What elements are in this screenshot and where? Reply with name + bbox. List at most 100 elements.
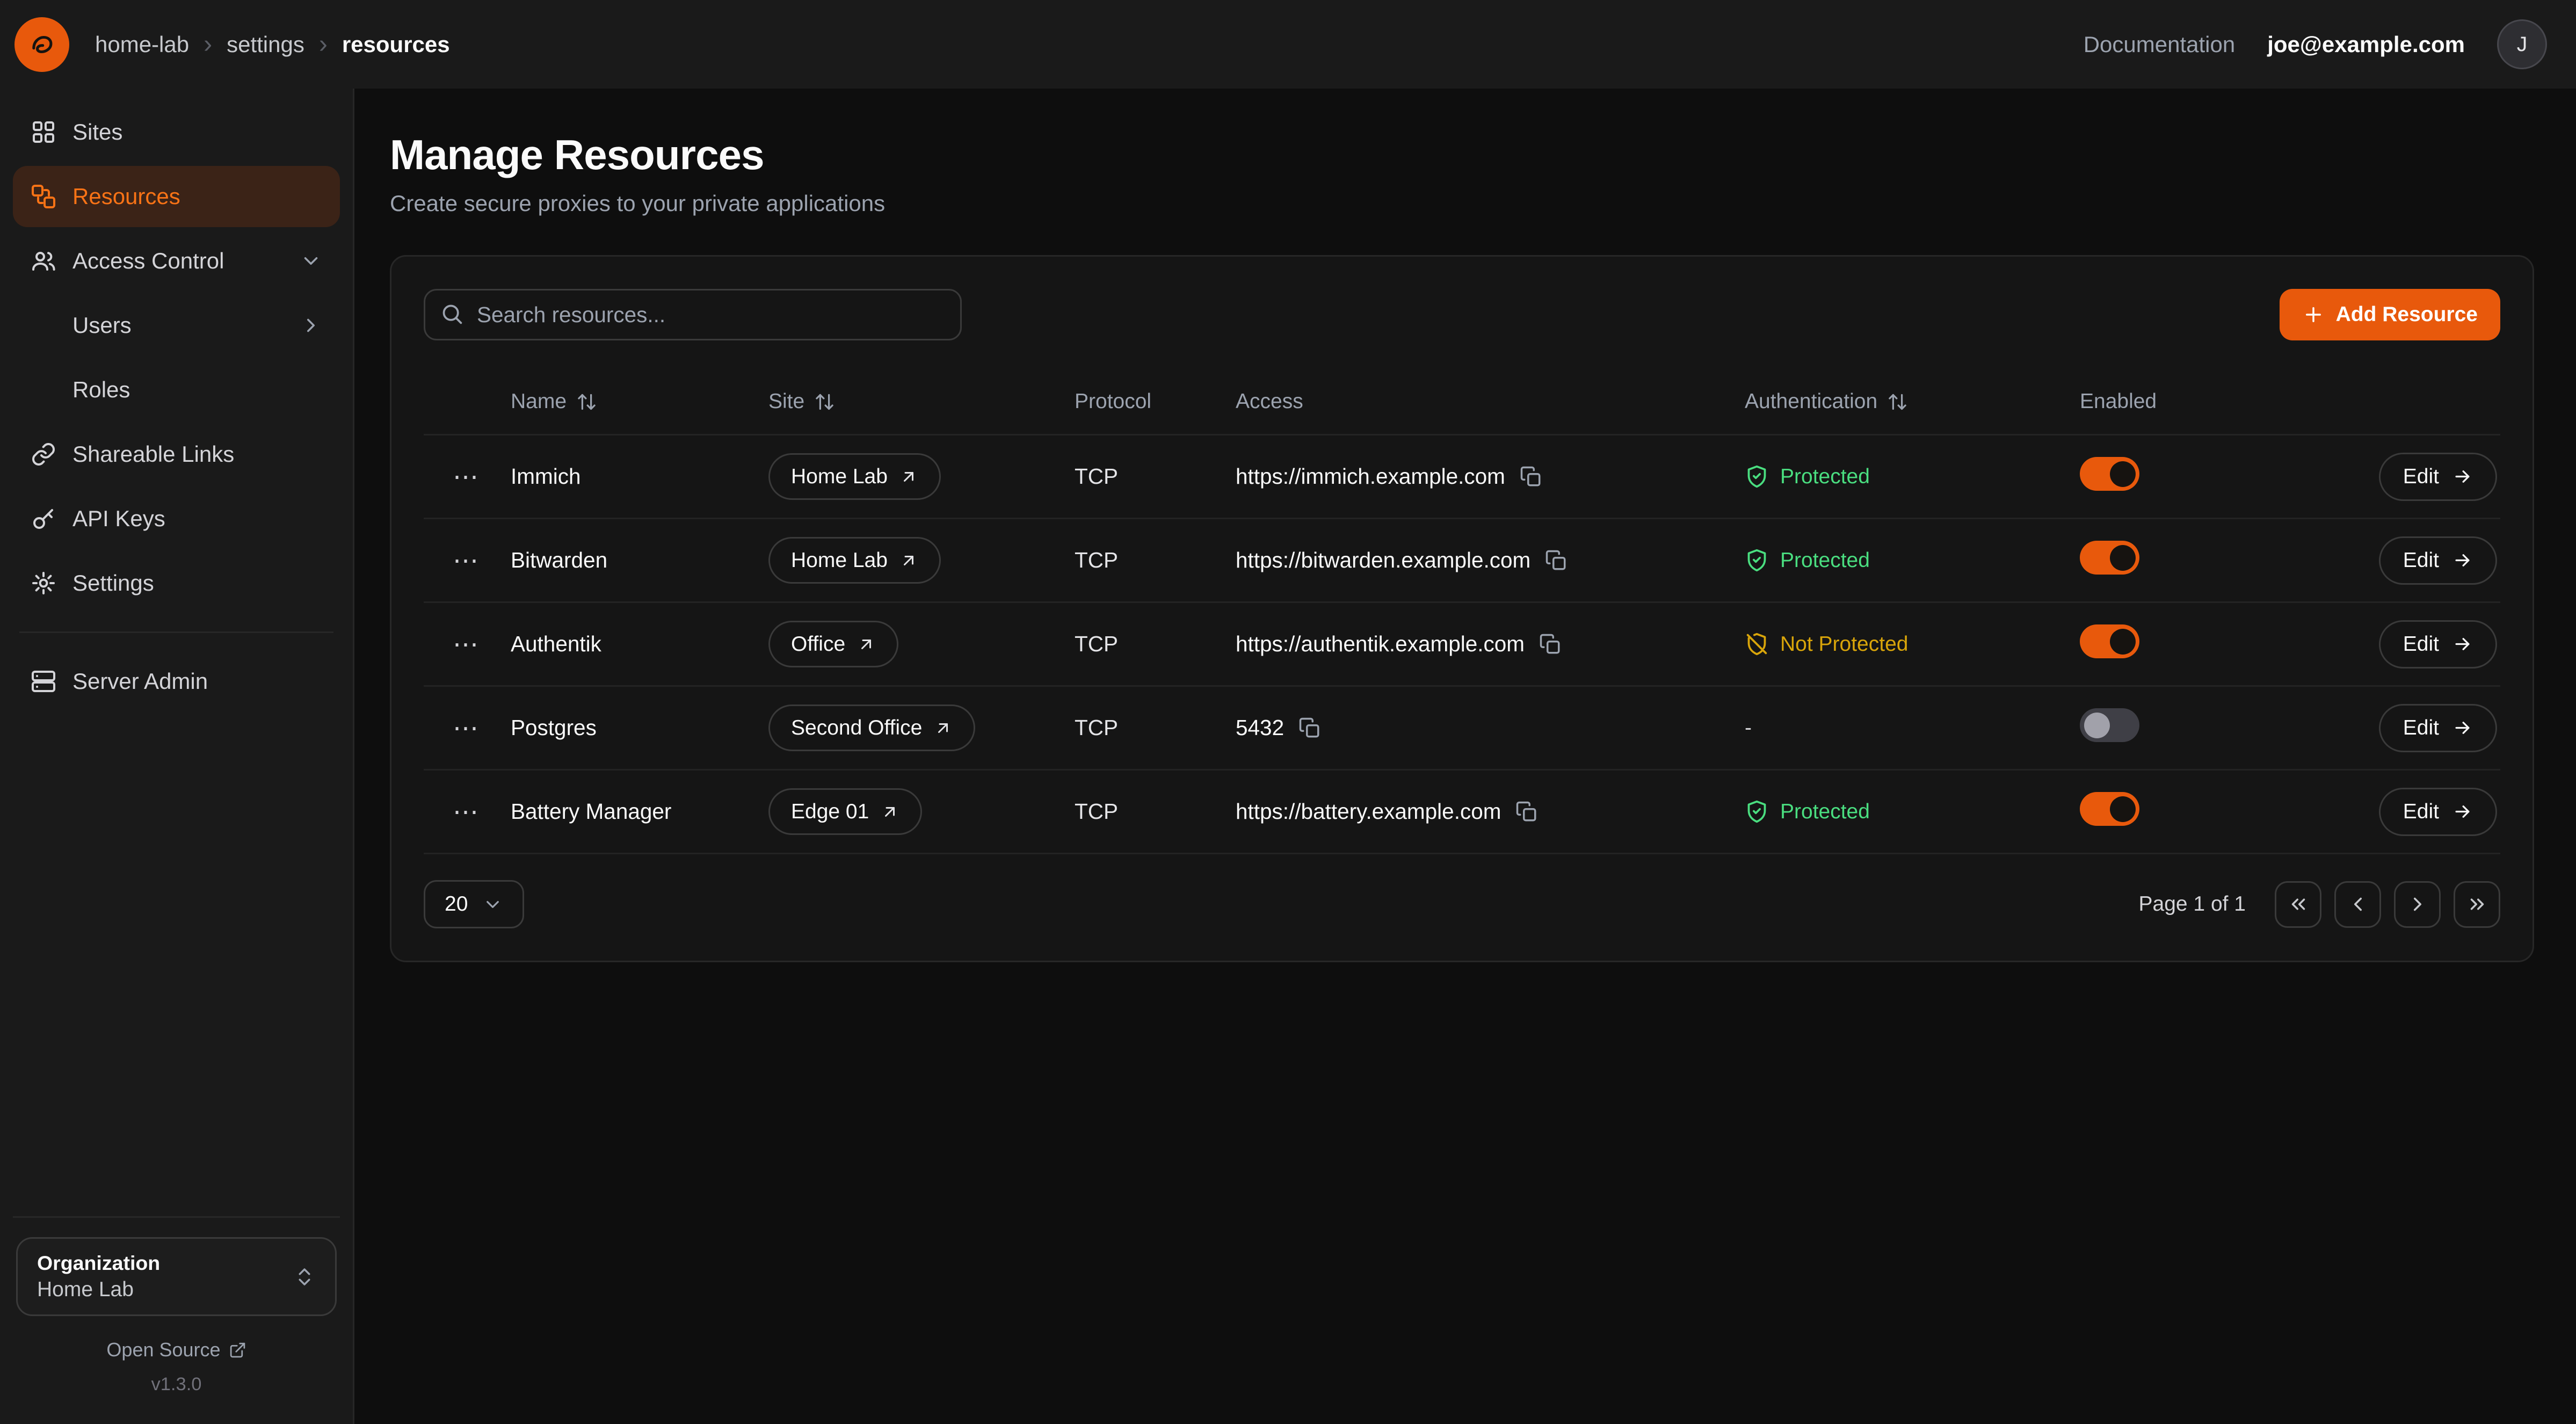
page-size-select[interactable]: 20 [424,880,524,928]
avatar-initial: J [2517,33,2528,56]
breadcrumb-settings[interactable]: settings [227,32,304,57]
server-icon [31,669,56,694]
edit-button[interactable]: Edit [2379,704,2497,752]
next-page-button[interactable] [2394,881,2441,928]
copy-button[interactable] [1515,801,1538,823]
search-input[interactable] [424,289,962,340]
edit-button[interactable]: Edit [2379,620,2497,669]
external-link-icon [229,1341,246,1359]
sidebar-item-shareable-links[interactable]: Shareable Links [13,424,340,485]
chevrons-up-down-icon [293,1266,316,1288]
sort-icon[interactable] [1887,391,1908,412]
copy-button[interactable] [1298,717,1321,739]
edit-button[interactable]: Edit [2379,788,2497,836]
sidebar-item-label: Roles [72,377,322,403]
pangolin-logo-icon [27,30,56,59]
auth-status: Protected [1745,464,2080,489]
row-menu-button[interactable]: ⋯ [424,546,511,576]
col-header-authentication[interactable]: Authentication [1745,390,2080,413]
enabled-toggle[interactable] [2080,624,2139,658]
sidebar-item-resources[interactable]: Resources [13,166,340,227]
arrow-right-icon [2452,801,2473,822]
enabled-toggle[interactable] [2080,792,2139,826]
chevrons-left-icon [2287,893,2310,916]
row-menu-button[interactable]: ⋯ [424,713,511,743]
col-header-label: Authentication [1745,390,1877,413]
col-header-protocol: Protocol [1075,390,1236,413]
chevron-right-icon [2406,893,2429,916]
edit-button[interactable]: Edit [2379,536,2497,585]
copy-button[interactable] [1520,466,1542,488]
sidebar-nav: Sites Resources Access Control Users Rol… [13,101,340,712]
sidebar-item-api-keys[interactable]: API Keys [13,488,340,549]
enabled-toggle[interactable] [2080,541,2139,575]
resources-table: Name Site Protocol Access [424,369,2500,853]
breadcrumb-org[interactable]: home-lab [95,32,189,57]
sort-icon[interactable] [814,391,835,412]
resource-access-url[interactable]: https://authentik.example.com [1236,631,1525,657]
edit-button[interactable]: Edit [2379,453,2497,501]
open-source-link[interactable]: Open Source [16,1339,337,1361]
col-header-site[interactable]: Site [768,390,1075,413]
sidebar-divider [19,631,333,633]
sidebar-item-server-admin[interactable]: Server Admin [13,651,340,712]
breadcrumb-separator: › [319,32,328,57]
col-header-name[interactable]: Name [511,390,768,413]
sidebar-item-settings[interactable]: Settings [13,553,340,614]
sidebar-item-label: Settings [72,570,322,596]
organization-selector[interactable]: Organization Home Lab [16,1237,337,1316]
resource-protocol: TCP [1075,715,1236,740]
site-name: Second Office [791,716,922,740]
user-email[interactable]: joe@example.com [2267,32,2465,57]
gear-icon [31,570,56,596]
row-menu-button[interactable]: ⋯ [424,462,511,492]
auth-status-label: - [1745,716,1752,740]
documentation-link[interactable]: Documentation [2084,32,2236,57]
shield-check-icon [1745,548,1769,572]
copy-icon [1545,549,1568,572]
arrow-up-right-icon [899,551,918,570]
resource-access-port[interactable]: 5432 [1236,715,1284,740]
site-link-button[interactable]: Home Lab [768,537,941,584]
sidebar-item-sites[interactable]: Sites [13,101,340,163]
resource-access-url[interactable]: https://immich.example.com [1236,464,1505,489]
site-link-button[interactable]: Second Office [768,704,975,751]
app-root: home-lab › settings › resources Document… [0,0,2576,1424]
avatar[interactable]: J [2497,19,2547,69]
enabled-toggle[interactable] [2080,708,2139,742]
first-page-button[interactable] [2275,881,2321,928]
previous-page-button[interactable] [2334,881,2381,928]
add-resource-button[interactable]: Add Resource [2280,289,2500,340]
sidebar-item-roles[interactable]: Roles [13,359,340,420]
shield-check-icon [1745,800,1769,824]
users-icon [31,248,56,274]
sort-icon[interactable] [576,391,597,412]
last-page-button[interactable] [2454,881,2500,928]
sidebar-item-users[interactable]: Users [13,295,340,356]
enabled-toggle[interactable] [2080,457,2139,491]
add-resource-label: Add Resource [2336,303,2478,326]
sidebar-item-label: Access Control [72,248,284,274]
site-link-button[interactable]: Edge 01 [768,788,922,835]
row-menu-button[interactable]: ⋯ [424,797,511,827]
resource-access-url[interactable]: https://battery.example.com [1236,799,1501,824]
auth-status-label: Protected [1780,549,1870,572]
copy-button[interactable] [1539,633,1562,656]
arrow-up-right-icon [857,635,876,654]
app-version: v1.3.0 [16,1374,337,1401]
resource-name: Battery Manager [511,799,768,824]
breadcrumb: home-lab › settings › resources [95,32,450,57]
sidebar-item-access-control[interactable]: Access Control [13,230,340,292]
col-header-access: Access [1236,390,1745,413]
copy-button[interactable] [1545,549,1568,572]
edit-label: Edit [2403,465,2439,489]
plus-icon [2302,303,2325,326]
site-link-button[interactable]: Office [768,621,898,667]
resource-protocol: TCP [1075,631,1236,657]
site-link-button[interactable]: Home Lab [768,453,941,500]
resource-access-url[interactable]: https://bitwarden.example.com [1236,548,1530,573]
row-menu-button[interactable]: ⋯ [424,629,511,659]
app-logo[interactable] [14,17,69,72]
toggle-knob [2084,713,2110,738]
search-icon [440,302,464,326]
